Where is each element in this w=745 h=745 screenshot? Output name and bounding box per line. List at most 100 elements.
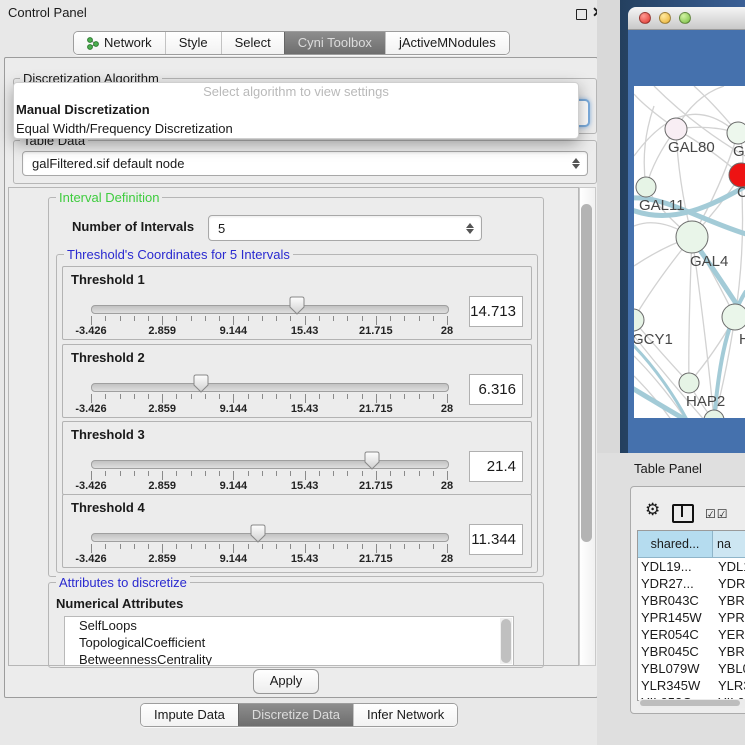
list-item[interactable]: SelfLoops	[65, 617, 513, 634]
slider-tick	[105, 316, 106, 321]
close-traffic-light-icon[interactable]	[639, 12, 651, 24]
scrollbar-thumb[interactable]	[501, 619, 511, 663]
threshold-1-value-field[interactable]: 14.713	[469, 296, 523, 327]
table-panel-title: Table Panel	[634, 461, 702, 476]
column-split-icon[interactable]	[672, 504, 694, 523]
slider-thumb[interactable]	[289, 296, 305, 315]
node-GAL4[interactable]	[676, 221, 708, 253]
list-item[interactable]: TopologicalCoefficient	[65, 634, 513, 651]
slider-tick	[248, 394, 249, 399]
float-window-icon[interactable]	[576, 9, 587, 20]
column-header-shared-name[interactable]: shared...	[638, 531, 713, 557]
slider-tick	[376, 316, 377, 325]
slider-thumb[interactable]	[193, 374, 209, 393]
panel-divider[interactable]	[597, 0, 620, 453]
gear-icon[interactable]: ⚙	[645, 500, 660, 520]
slider-tick	[404, 394, 405, 399]
numerical-attributes-list[interactable]: SelfLoops TopologicalCoefficient Between…	[64, 616, 514, 666]
tab-infer-network[interactable]: Infer Network	[353, 704, 457, 726]
threshold-3-value-field[interactable]: 21.4	[469, 451, 523, 482]
numerical-attributes-label: Numerical Attributes	[56, 596, 183, 611]
table-horizontal-scrollbar[interactable]	[638, 699, 745, 708]
slider-tick	[362, 544, 363, 549]
threshold-1-slider[interactable]: -3.4262.8599.14415.4321.71528	[63, 267, 463, 339]
threshold-4-value-field[interactable]: 11.344	[469, 524, 523, 555]
slider-scale-label: 15.43	[291, 325, 319, 337]
slider-tick	[176, 471, 177, 476]
slider-tick	[233, 471, 234, 480]
table-row[interactable]: YBR043C YBR0	[638, 592, 745, 609]
threshold-3-block: Threshold 3 -3.4262.8599.14415.4321.7152…	[62, 421, 532, 495]
apply-button[interactable]: Apply	[253, 669, 319, 694]
slider-track[interactable]	[91, 305, 449, 314]
tab-network[interactable]: Network	[74, 32, 165, 54]
node-HAP2[interactable]	[679, 373, 699, 393]
slider-track[interactable]	[91, 460, 449, 469]
list-item[interactable]: BetweennessCentrality	[65, 651, 513, 666]
node-GCY1[interactable]	[634, 309, 644, 331]
node-label-red: C	[737, 184, 745, 201]
slider-scale-label: 28	[441, 480, 453, 492]
list-scrollbar[interactable]	[500, 618, 512, 664]
scrollbar-thumb[interactable]	[640, 700, 740, 706]
table-data-combobox[interactable]: galFiltered.sif default node	[22, 151, 588, 176]
slider-tick	[176, 316, 177, 321]
slider-track[interactable]	[91, 383, 449, 392]
threshold-4-slider[interactable]: -3.4262.8599.14415.4321.71528	[63, 495, 463, 567]
tab-select[interactable]: Select	[221, 32, 284, 54]
node-GAL11[interactable]	[636, 177, 656, 197]
slider-tick	[91, 394, 92, 403]
slider-tick	[91, 316, 92, 325]
slider-tick	[376, 544, 377, 553]
slider-track[interactable]	[91, 533, 449, 542]
slider-tick	[105, 394, 106, 399]
dropdown-option-equal-width[interactable]: Equal Width/Frequency Discretization	[14, 119, 578, 138]
node-GAL[interactable]	[727, 122, 745, 144]
minimize-traffic-light-icon[interactable]	[659, 12, 671, 24]
slider-tick	[248, 316, 249, 321]
slider-tick	[205, 544, 206, 549]
slider-tick	[376, 471, 377, 480]
settings-vertical-scrollbar[interactable]	[579, 187, 596, 666]
slider-thumb[interactable]	[250, 524, 266, 543]
slider-tick	[262, 471, 263, 476]
tab-discretize-data[interactable]: Discretize Data	[238, 704, 353, 726]
table-row[interactable]: YPR145W YPR1	[638, 609, 745, 626]
zoom-traffic-light-icon[interactable]	[679, 12, 691, 24]
network-edge[interactable]	[634, 320, 689, 383]
network-window-titlebar[interactable]	[628, 7, 745, 30]
slider-tick	[191, 544, 192, 549]
table-row[interactable]: YDR27... YDR2	[638, 575, 745, 592]
column-header-name[interactable]: na	[713, 531, 745, 557]
threshold-2-value-field[interactable]: 6.316	[469, 374, 523, 405]
node-H[interactable]	[722, 304, 745, 330]
table-row[interactable]: YBR045C YBR0	[638, 643, 745, 660]
table-row[interactable]: YLR345W YLR3	[638, 677, 745, 694]
network-view-window[interactable]: GAL80GACGAL11GAL4GCY1HHAP2	[628, 7, 745, 453]
table-row[interactable]: YER054C YER0	[638, 626, 745, 643]
network-edge[interactable]	[644, 106, 654, 187]
dropdown-option-manual[interactable]: Manual Discretization	[14, 100, 578, 119]
tab-impute-data[interactable]: Impute Data	[141, 704, 238, 726]
network-canvas[interactable]: GAL80GACGAL11GAL4GCY1HHAP2	[634, 86, 745, 418]
slider-tick	[248, 471, 249, 476]
threshold-3-slider[interactable]: -3.4262.8599.14415.4321.71528	[63, 422, 463, 494]
tab-style[interactable]: Style	[165, 32, 221, 54]
threshold-coordinates-title: Threshold's Coordinates for 5 Intervals	[64, 247, 293, 262]
tab-jactivemnodules[interactable]: jActiveMNodules	[385, 32, 509, 54]
slider-tick	[290, 394, 291, 399]
node-GAL80[interactable]	[665, 118, 687, 140]
tab-cyni-toolbox[interactable]: Cyni Toolbox	[284, 32, 385, 54]
number-of-intervals-combobox[interactable]: 5	[208, 215, 482, 241]
slider-thumb[interactable]	[364, 451, 380, 470]
table-row[interactable]: YDL19... YDL1	[638, 558, 745, 575]
dropdown-placeholder[interactable]: Select algorithm to view settings	[14, 83, 578, 100]
scrollbar-thumb[interactable]	[581, 204, 592, 542]
slider-scale-label: -3.426	[75, 403, 106, 415]
slider-tick	[419, 394, 420, 399]
node-label-GAL80: GAL80	[668, 139, 715, 156]
threshold-2-slider[interactable]: -3.4262.8599.14415.4321.71528	[63, 345, 463, 417]
slider-tick	[276, 316, 277, 321]
show-columns-checkbox-icons[interactable]: ☑☑	[705, 507, 729, 521]
table-row[interactable]: YBL079W YBL0	[638, 660, 745, 677]
